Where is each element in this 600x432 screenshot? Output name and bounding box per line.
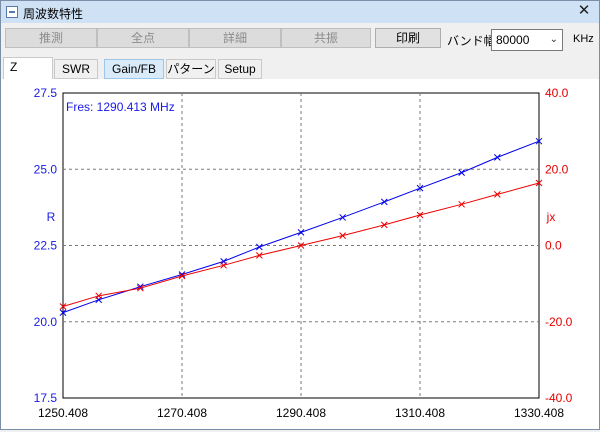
series-r-point: [458, 169, 466, 176]
series-jx-point: [380, 221, 388, 229]
estimate-button[interactable]: 推測: [5, 28, 97, 48]
series-r-point: [493, 154, 501, 161]
series-r-point: [380, 198, 388, 206]
y-axis-label-jx: jx: [546, 210, 556, 224]
all-points-button[interactable]: 全点: [97, 28, 189, 48]
bandwidth-select[interactable]: 80000 ⌄: [491, 29, 563, 51]
tab-swr[interactable]: SWR: [54, 59, 98, 79]
close-icon[interactable]: ✕: [575, 2, 593, 20]
x-tick-label: 1270.408: [157, 406, 207, 420]
app-icon: [6, 6, 18, 18]
details-button[interactable]: 詳細: [189, 28, 281, 48]
y-left-tick-label: 20.0: [34, 315, 58, 329]
x-tick-label: 1290.408: [276, 406, 326, 420]
series-r-point: [297, 229, 305, 236]
bandwidth-value: 80000: [496, 33, 530, 47]
tab-gain-fb[interactable]: Gain/FB: [104, 59, 164, 79]
bandwidth-unit: KHz: [573, 33, 594, 45]
y-left-tick-label: 25.0: [34, 162, 58, 176]
tick-labels: 1250.408 1270.408 1290.408 1310.408 1330.408…: [34, 86, 573, 420]
window-title: 周波数特性: [23, 7, 84, 21]
y-right-tick-label: -40.0: [545, 391, 573, 405]
y-left-tick-label: 22.5: [34, 239, 58, 253]
tab-bar: Z SWR Gain/FB パターン Setup: [1, 57, 599, 79]
y-right-tick-label: 20.0: [545, 162, 569, 176]
y-axis-label-r: R: [47, 210, 56, 224]
resonance-frequency-label: Fres: 1290.413 MHz: [66, 100, 175, 114]
bandwidth-label: バンド幅: [447, 34, 496, 48]
y-right-tick-label: 0.0: [545, 239, 562, 253]
tab-z[interactable]: Z: [3, 57, 53, 79]
tab-pattern[interactable]: パターン: [166, 59, 216, 79]
x-tick-label: 1330.408: [514, 406, 564, 420]
y-left-tick-label: 17.5: [34, 391, 58, 405]
series-jx-point: [458, 200, 466, 208]
series-jx-point: [220, 261, 228, 269]
print-button[interactable]: 印刷: [375, 28, 441, 48]
y-right-tick-label: -20.0: [545, 315, 573, 329]
title-bar: 周波数特性 ✕: [1, 1, 599, 23]
series-r-point: [339, 214, 347, 221]
impedance-chart: 1250.408 1270.408 1290.408 1310.408 1330.408…: [34, 86, 573, 420]
x-tick-label: 1310.408: [395, 406, 445, 420]
tab-setup[interactable]: Setup: [218, 59, 262, 79]
toolbar: 推測 全点 詳細 共振 印刷 バンド幅 80000 ⌄ KHz: [1, 25, 599, 53]
series-r-point: [255, 243, 263, 251]
series-jx-point: [493, 191, 501, 198]
chevron-down-icon: ⌄: [549, 34, 558, 45]
resonance-button[interactable]: 共振: [281, 28, 371, 48]
series-jx-point: [416, 211, 424, 219]
y-left-tick-label: 27.5: [34, 86, 58, 100]
frequency-characteristics-window: 周波数特性 ✕ 推測 全点 詳細 共振 印刷 バンド幅 80000 ⌄ KHz …: [0, 0, 600, 430]
chart-panel: 1250.408 1270.408 1290.408 1310.408 1330.408…: [1, 79, 599, 429]
y-right-tick-label: 40.0: [545, 86, 569, 100]
x-tick-label: 1250.408: [38, 406, 88, 420]
